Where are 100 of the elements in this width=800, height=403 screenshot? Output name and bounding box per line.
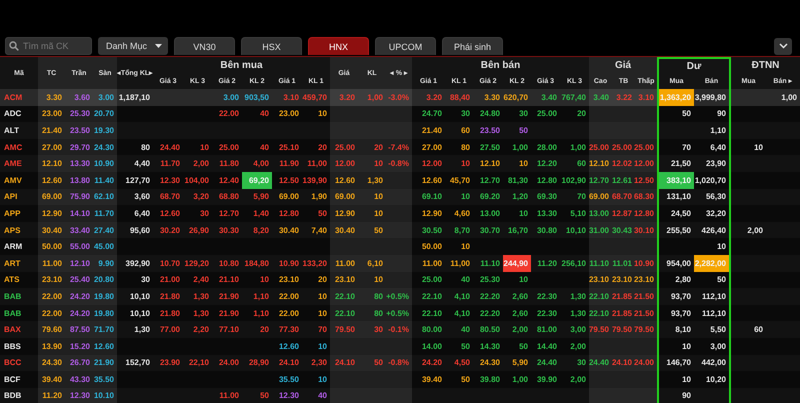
table-row[interactable]: BAX 79.60 87.50 71.70 1,30 77.00 2,20 77.10 20 77.30 70 79.50 30 -0.1% 80.00 40 80.50 2,00 81.00 3,00 79.50 79.50 79.50 8,10 5,50 60 [0,321,800,338]
table-cell-text: 95,60 [128,224,151,237]
expand-button[interactable] [774,38,792,54]
table-cell-text: 27.50 [478,142,501,154]
table-cell-text: 69.30 [536,191,558,204]
table-cell: 30.10 [635,222,657,238]
stock-symbol: AME [3,158,23,170]
table-row[interactable]: AMV 12.60 13.80 11.40 127,70 12.30 104,00 12.40 69,20 12.50 139,90 12.60 1,30 12.60 45,70 12.70 81,30 12.80 102,90 12.70 12.61 12.50 383,10 1,020,70 [0,172,800,189]
table-cell: 12.87 [612,205,635,222]
table-row[interactable]: API 69.00 75.90 62.10 3,60 68.70 3,20 68.80 5,90 69.00 1,90 69.00 10 69.10 10 69.20 1,20 69.30 70 69.00 68.70 68.30 131,10 56,30 [0,188,800,206]
table-cell: 10 [358,205,386,222]
table-cell-text: 40 [317,390,328,402]
table-cell: 26.70 [65,354,93,372]
table-cell: 12.00 [635,155,657,172]
table-cell: 24.20 [65,288,93,305]
table-cell-text: 10,10 [564,224,587,237]
table-cell: 55.00 [65,238,93,255]
table-cell-text: 12.30 [158,174,181,187]
table-cell-text: 2,20 [192,324,210,336]
table-cell-text: 23.10 [278,274,300,286]
table-row[interactable]: ACM 3.30 3.60 3.00 1,187,10 3.00 903,50 3.10 459,70 3.20 1,00 -3.0% 3.20 88,40 3.30 620,70 3.40 767,40 3.40 3.22 3.10 1,363,20 3,999,80 1,00 [0,89,800,106]
market-tab[interactable]: UPCOM [375,37,436,55]
table-cell-text: 69.00 [278,191,300,204]
table-cell: +0.5% [386,304,412,322]
table-cell-text: 80 [460,142,471,154]
table-cell: 1,30 [358,172,386,189]
table-row[interactable]: ATS 23.10 25.40 20.80 30 21.00 2,40 21.10 10 23.10 20 23.10 10 25.00 40 25.30 10 23.10 23.10 23.10 2,80 50 [0,272,800,288]
table-cell-text: 11.20 [536,258,558,270]
table-cell: 21.85 [612,304,635,322]
table-cell-text: 60 [753,324,764,336]
category-dropdown[interactable]: Danh Mục [98,37,168,55]
table-cell-text: 767,40 [560,92,587,104]
table-cell-text: 40 [259,142,270,154]
table-cell: 13.80 [65,172,93,189]
stock-symbol: BAB [3,290,22,303]
table-cell: 25.00 [330,138,358,156]
table-cell-text: 24.40 [158,142,181,154]
table-cell-text: 1,30 [569,308,587,320]
table-cell-text: 1,00 [780,92,798,104]
table-row[interactable]: ARM 50.00 55.00 45.00 50.00 10 10 [0,238,800,255]
table-cell-text: 11.70 [159,158,181,170]
table-cell: 20 [358,138,386,156]
table-cell: 62.10 [93,188,117,206]
table-cell: 75.90 [65,188,93,206]
stock-symbol: AMV [3,174,23,187]
table-row[interactable]: ALT 21.40 23.50 19.30 21.40 60 23.50 50 1,10 [0,122,800,139]
table-cell-text: 1,10 [252,290,270,303]
table-cell-text: 2,30 [310,357,328,370]
table-cell: 24.40 [589,354,612,372]
table-row[interactable]: APS 30.40 33.40 27.40 95,60 30.20 26,90 30.30 8,20 30.40 7,40 30.40 50 30.50 8,70 30.70 16,70 30.80 10,10 31.00 30.43 30.10 255,50 426,40 2,00 [0,222,800,238]
table-row[interactable]: ART 11.00 12.10 9.90 392,90 10.70 129,20 10.80 184,80 10.90 133,20 11.00 6,10 11.00 11,00 11.10 244,90 11.20 256,10 11.10 11.01 10.90 954,00 2,282,00 [0,254,800,272]
table-cell-text: 23.50 [478,124,501,137]
table-cell: 39.40 [38,371,65,388]
table-row[interactable]: BCF 39.40 43.30 35.50 35.50 10 39.40 50 39.80 1,00 39.90 2,00 10 10,20 [0,371,800,388]
table-row[interactable]: BAB 22.00 24.20 19.80 10,10 21.80 1,30 21.90 1,10 22.00 10 22.10 80 +0.5% 22.10 4,10 22.20 2,60 22.30 1,30 22.10 21.85 21.50 93,70 112,10 [0,304,800,322]
table-cell-text: 50.00 [420,241,443,254]
table-cell: 12.60 [330,172,358,189]
table-cell-text: 10 [518,158,529,170]
market-tab[interactable]: Phái sinh [442,37,503,55]
table-cell-text: 21.90 [218,290,240,303]
table-cell-text: 8,20 [252,224,270,237]
table-cell-text: 10 [317,374,328,386]
table-cell-text: 11.90 [278,158,300,170]
table-row[interactable]: APP 12.90 14.10 11.70 6,40 12.60 30 12.70 1,40 12.80 50 12.90 10 12.90 4,60 13.00 10 13.30 5,10 13.00 12.87 12.80 24,50 32,20 [0,205,800,222]
search-field[interactable]: Tìm mã CK [5,37,92,55]
table-cell: 68.70 [612,188,635,206]
table-cell-text: 12.80 [278,208,300,220]
table-cell: 3.60 [65,89,93,106]
market-tab[interactable]: HSX [241,37,302,55]
table-row[interactable]: BAB 22.00 24.20 19.80 10,10 21.80 1,30 21.90 1,10 22.00 10 22.10 80 +0.5% 22.10 4,10 22.20 2,60 22.30 1,30 22.10 21.85 21.50 93,70 112,10 [0,288,800,305]
table-row[interactable]: BCC 24.30 26.70 21.90 152,70 23.90 22,10 24.00 28,90 24.10 2,30 24.10 50 -0.8% 24.20 4,50 24.30 5,90 24.40 30 24.40 24.10 24.00 146,70 442,00 [0,354,800,372]
table-cell-text: 60 [460,124,471,137]
table-cell-text: 22.30 [536,308,558,320]
market-tab[interactable]: HNX [308,37,369,55]
table-cell-text: 133,20 [302,258,328,270]
table-row[interactable]: AMC 27.00 29.70 24.30 80 24.40 10 25.00 40 25.10 20 25.00 20 -7.4% 27.00 80 27.50 1,00 28.00 1,00 25.00 25.00 25.00 70 6,40 10 [0,138,800,156]
table-cell-text: 3.20 [425,92,443,104]
market-tab[interactable]: VN30 [174,37,235,55]
table-cell-text: 104,00 [184,174,210,187]
table-cell-text: 7,40 [310,224,328,237]
table-cell: 79.60 [38,321,65,338]
table-cell: 23.50 [65,122,93,139]
table-cell-text: 12.20 [536,158,558,170]
table-row[interactable]: BDB 11.20 12.30 10.10 11.00 50 12.30 40 90 [0,388,800,403]
table-cell: 23.00 [38,106,65,122]
table-row[interactable]: BBS 13.90 15.20 12.60 12.60 10 14.00 50 14.30 50 14.40 2,00 10 3,00 [0,338,800,354]
table-cell: 21.50 [635,288,657,305]
table-cell-text: 22.00 [278,290,300,303]
table-cell-text: 20 [317,142,328,154]
table-cell-text: 1,30 [192,308,210,320]
table-cell: 3.22 [612,89,635,106]
table-cell: 20.70 [93,106,117,122]
table-row[interactable]: ADC 23.00 25.30 20.70 22.00 40 23.00 10 24.70 30 24.80 30 25.00 20 50 90 [0,106,800,122]
table-cell-text: 10.90 [278,258,300,270]
table-cell-text: 102,90 [560,174,587,187]
table-row[interactable]: AME 12.10 13.30 10.90 4,40 11.70 2,00 11.80 4,00 11.90 11,00 12.00 10 -0.8% 12.00 10 12.10 10 12.20 60 12.10 12.02 12.00 21,50 23,90 [0,155,800,172]
table-cell-text: 1,30 [192,290,210,303]
table-cell-text: 77.10 [218,324,240,336]
table-cell-text: 4,40 [133,158,151,170]
table-cell-text: 14.00 [420,340,443,353]
